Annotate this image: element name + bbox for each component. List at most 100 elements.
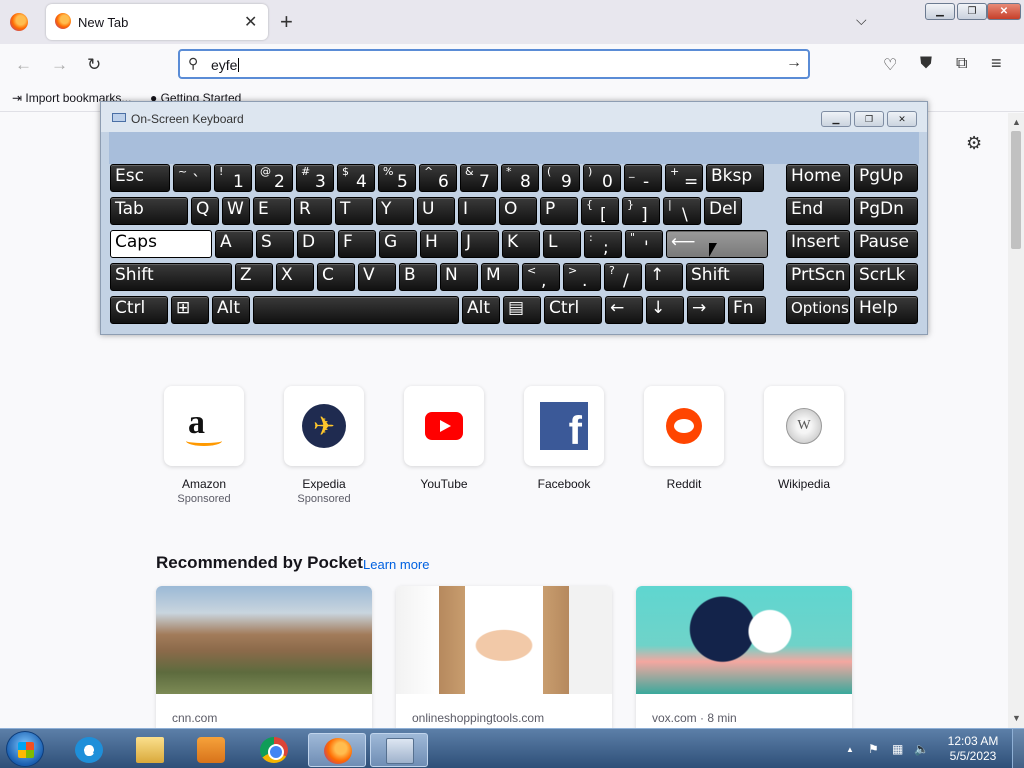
taskbar-on-screen-keyboard[interactable] <box>370 733 428 767</box>
osk-key[interactable]: E <box>253 197 291 225</box>
top-site-amazon[interactable]: a Amazon Sponsored <box>154 386 254 505</box>
osk-key[interactable]: ← <box>605 296 643 324</box>
osk-key[interactable]: ! 1 <box>214 164 252 192</box>
pocket-learn-more-link[interactable]: Learn more <box>363 557 429 572</box>
back-arrow-icon[interactable]: ← <box>15 55 32 75</box>
osk-key[interactable]: ↓ <box>646 296 684 324</box>
taskbar-firefox[interactable] <box>308 733 366 767</box>
osk-key[interactable]: P <box>540 197 578 225</box>
app-menu-icon[interactable]: ≡ <box>991 53 1002 74</box>
action-center-flag-icon[interactable]: ⚑ <box>868 742 879 756</box>
osk-key[interactable]: :; <box>584 230 622 258</box>
gear-icon[interactable]: ⚙ <box>966 133 982 154</box>
osk-key[interactable]: J <box>461 230 499 258</box>
scroll-up-icon[interactable]: ▲ <box>1012 117 1021 127</box>
osk-key[interactable]: F <box>338 230 376 258</box>
scroll-down-icon[interactable]: ▼ <box>1012 713 1021 723</box>
window-minimize-button[interactable]: ▁ <box>925 3 955 20</box>
osk-key[interactable]: PrtScn <box>786 263 850 291</box>
tab-new-tab[interactable]: New Tab ✕ <box>46 4 268 40</box>
top-site-tile[interactable] <box>644 386 724 466</box>
osk-key[interactable]: Help <box>854 296 918 324</box>
new-tab-button[interactable]: + <box>280 9 293 35</box>
osk-key[interactable]: ~ ` <box>173 164 211 192</box>
osk-key[interactable]: N <box>440 263 478 291</box>
osk-key[interactable]: ^ 6 <box>419 164 457 192</box>
osk-key[interactable]: _ - <box>624 164 662 192</box>
window-restore-button[interactable]: ❐ <box>957 3 987 20</box>
osk-key[interactable]: Tab <box>110 197 188 225</box>
pocket-icon[interactable]: ♡ <box>883 55 897 75</box>
osk-key[interactable]: End <box>786 197 850 225</box>
network-icon[interactable]: ▦ <box>892 742 903 756</box>
osk-key[interactable]: Q <box>191 197 219 225</box>
osk-key[interactable]: ScrLk <box>854 263 918 291</box>
osk-key[interactable]: + = <box>665 164 703 192</box>
osk-key[interactable]: " ' <box>625 230 663 258</box>
osk-key[interactable]: → <box>687 296 725 324</box>
top-site-tile[interactable]: a <box>164 386 244 466</box>
osk-key[interactable]: Alt <box>462 296 500 324</box>
go-arrow-icon[interactable]: → <box>786 54 802 72</box>
osk-restore-button[interactable]: ❐ <box>854 111 884 127</box>
osk-key[interactable]: V <box>358 263 396 291</box>
top-site-tile[interactable]: f <box>524 386 604 466</box>
osk-key[interactable]: Z <box>235 263 273 291</box>
osk-key[interactable]: Alt <box>212 296 250 324</box>
osk-key[interactable]: S <box>256 230 294 258</box>
top-site-wikipedia[interactable]: W Wikipedia <box>754 386 854 491</box>
osk-key[interactable]: D <box>297 230 335 258</box>
osk-key[interactable]: G <box>379 230 417 258</box>
top-site-tile[interactable] <box>404 386 484 466</box>
osk-title-bar[interactable]: On-Screen Keyboard ▁ ❐ ✕ <box>101 102 927 132</box>
osk-key[interactable]: @2 <box>255 164 293 192</box>
osk-key[interactable]: R <box>294 197 332 225</box>
osk-key[interactable]: T <box>335 197 373 225</box>
osk-key[interactable]: >. <box>563 263 601 291</box>
tab-close-icon[interactable]: ✕ <box>244 12 257 32</box>
show-desktop-button[interactable] <box>1012 729 1024 768</box>
osk-key[interactable]: PgUp <box>854 164 918 192</box>
osk-key[interactable]: A <box>215 230 253 258</box>
taskbar-media-player[interactable] <box>182 733 240 767</box>
osk-key[interactable]: | \ <box>663 197 701 225</box>
start-button[interactable] <box>6 731 44 767</box>
url-input[interactable]: eyfe <box>211 57 239 73</box>
osk-key[interactable]: Ctrl <box>544 296 602 324</box>
taskbar-internet-explorer[interactable]: e <box>60 733 118 767</box>
osk-key[interactable]: Shift <box>686 263 764 291</box>
osk-key[interactable]: Shift <box>110 263 232 291</box>
url-bar[interactable]: ⚲ eyfe → <box>178 49 810 79</box>
osk-key[interactable]: <, <box>522 263 560 291</box>
tray-expand-icon[interactable]: ▲ <box>846 745 854 754</box>
window-close-button[interactable]: ✕ <box>987 3 1021 20</box>
osk-key[interactable]: O <box>499 197 537 225</box>
osk-key[interactable]: & 7 <box>460 164 498 192</box>
extensions-icon[interactable]: ⧉ <box>956 55 967 73</box>
osk-key[interactable]: Caps <box>110 230 212 258</box>
osk-key[interactable]: K <box>502 230 540 258</box>
osk-key[interactable]: (9 <box>542 164 580 192</box>
osk-key[interactable]: {[ <box>581 197 619 225</box>
ublock-shield-icon[interactable]: ⛊ <box>920 55 932 73</box>
osk-key[interactable]: ⊞ <box>171 296 209 324</box>
osk-key[interactable]: }] <box>622 197 660 225</box>
osk-key[interactable]: Bksp <box>706 164 764 192</box>
osk-key[interactable]: $4 <box>337 164 375 192</box>
osk-key[interactable]: C <box>317 263 355 291</box>
osk-key[interactable]: ↑ <box>645 263 683 291</box>
volume-icon[interactable]: 🔈 <box>914 742 929 756</box>
osk-close-button[interactable]: ✕ <box>887 111 917 127</box>
osk-key[interactable]: Del <box>704 197 742 225</box>
osk-key[interactable]: X <box>276 263 314 291</box>
pocket-card[interactable]: onlineshoppingtools.com <box>396 586 612 728</box>
osk-key[interactable]: ? / <box>604 263 642 291</box>
osk-key[interactable]: Insert <box>786 230 850 258</box>
scroll-thumb[interactable] <box>1011 131 1021 249</box>
osk-minimize-button[interactable]: ▁ <box>821 111 851 127</box>
taskbar-clock[interactable]: 12:03 AM 5/5/2023 <box>940 734 1006 764</box>
osk-key[interactable]: B <box>399 263 437 291</box>
osk-key[interactable]: Options <box>786 296 850 324</box>
top-site-tile[interactable]: ✈ <box>284 386 364 466</box>
pocket-card[interactable]: cnn.com <box>156 586 372 728</box>
